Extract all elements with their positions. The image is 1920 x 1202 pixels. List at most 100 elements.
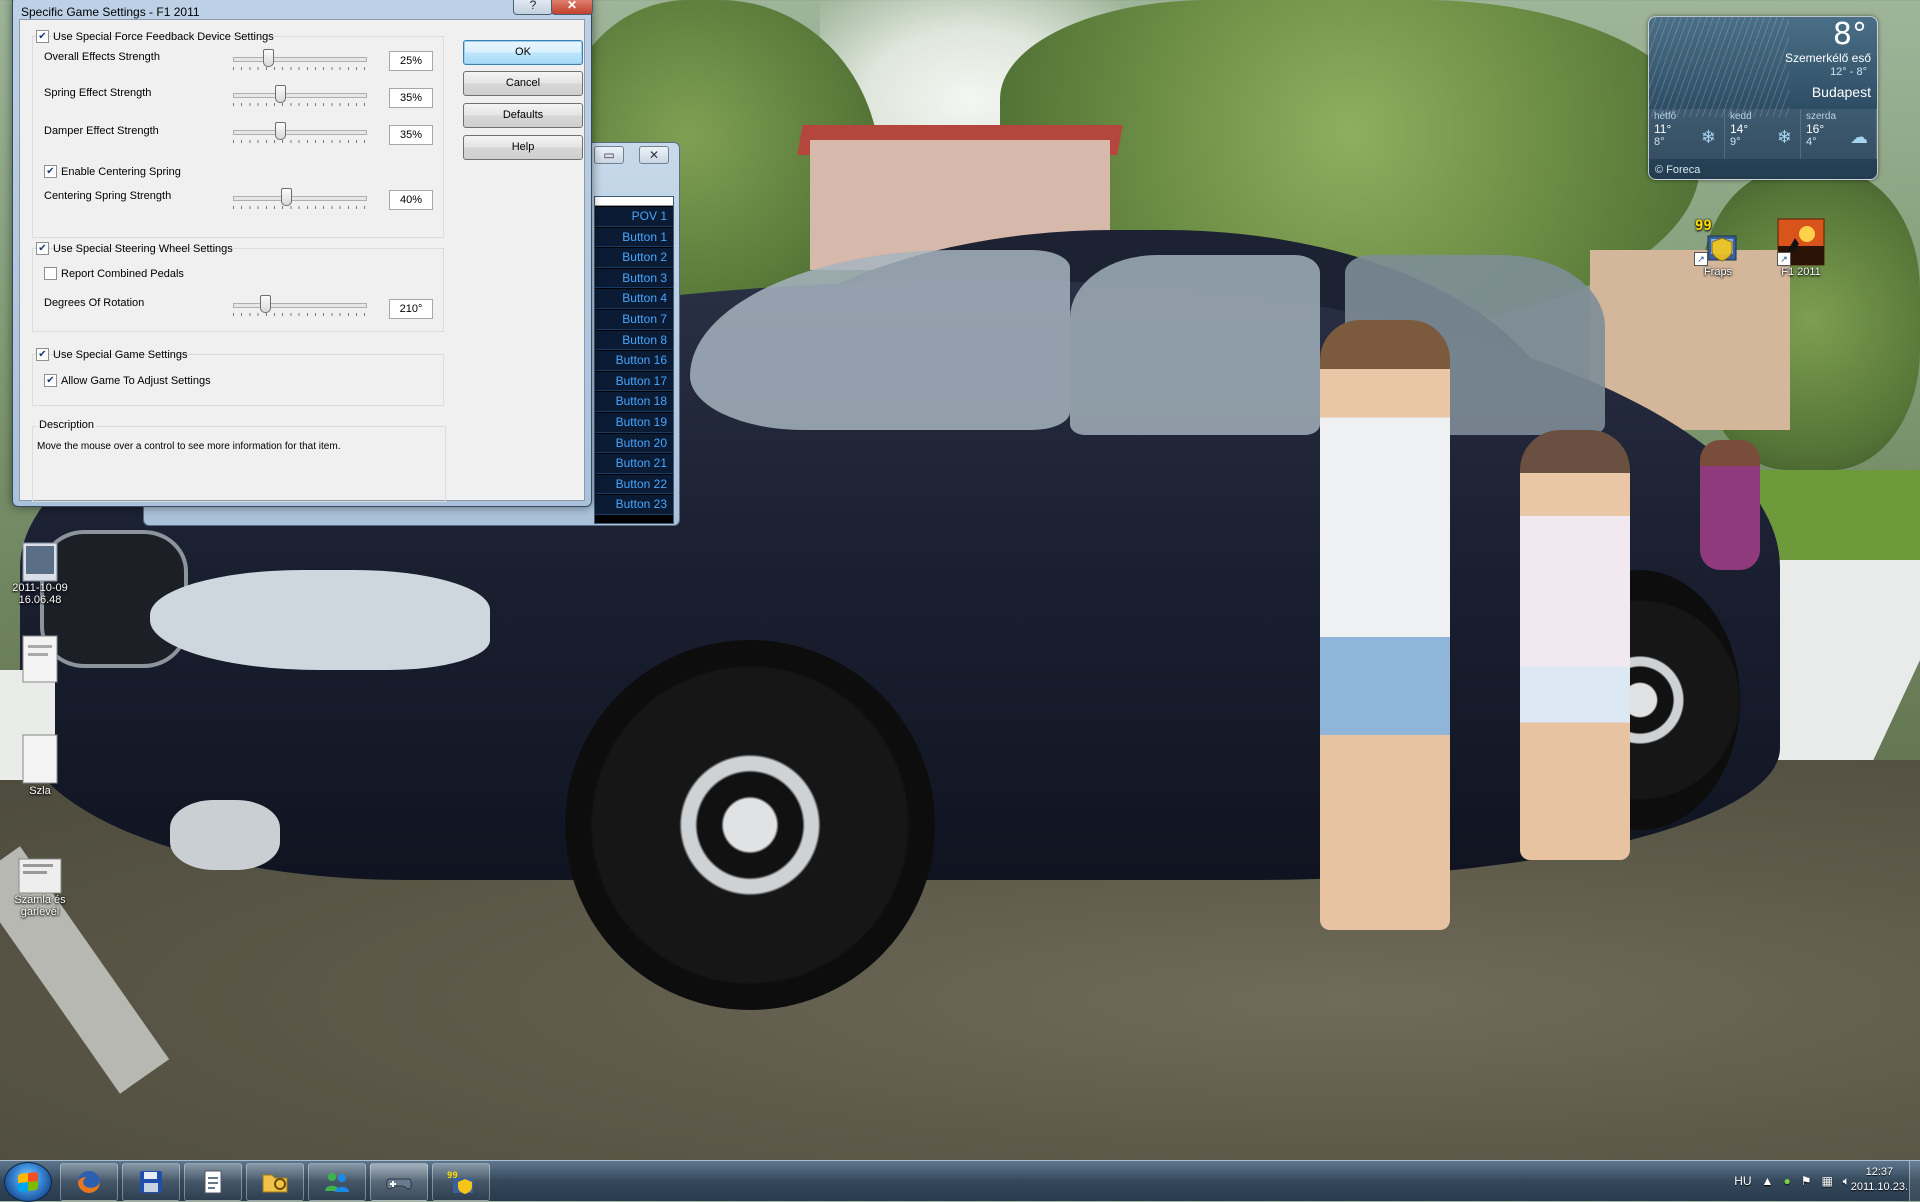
- degrees-of-rotation-slider[interactable]: [233, 295, 367, 321]
- slider-thumb[interactable]: [260, 295, 271, 313]
- help-button[interactable]: Help: [463, 135, 583, 160]
- weather-provider: © Foreca: [1655, 164, 1701, 176]
- checkbox-label: Enable Centering Spring: [61, 165, 181, 178]
- description-box: Description Move the mouse over a contro…: [32, 419, 446, 502]
- force-feedback-checkbox[interactable]: ✔ Use Special Force Feedback Device Sett…: [36, 30, 274, 43]
- centering-spring-slider[interactable]: [233, 188, 367, 214]
- list-item: Button 2: [595, 248, 673, 268]
- weather-gadget[interactable]: 8° Szemerkélő eső 12° - 8° Budapest hétf…: [1648, 16, 1878, 180]
- nvidia-icon[interactable]: ●: [1783, 1174, 1790, 1188]
- slider-thumb[interactable]: [275, 122, 286, 140]
- spring-effect-value[interactable]: 35%: [389, 88, 433, 108]
- clock-date: 2011.10.23.: [1850, 1181, 1908, 1193]
- minimize-button[interactable]: ▭: [594, 146, 624, 164]
- help-title-button[interactable]: ?: [513, 0, 553, 15]
- damper-effect-label: Damper Effect Strength: [44, 125, 159, 137]
- cancel-button[interactable]: Cancel: [463, 71, 583, 96]
- slider-thumb[interactable]: [275, 85, 286, 103]
- desktop-icon-label: Számla és garlevél: [14, 894, 66, 918]
- taskbar: 99 HU ▲ ● ⚑ ▦ 🔈︎ 12:37 2011.10.23.: [0, 1160, 1920, 1202]
- slider-thumb[interactable]: [281, 188, 292, 206]
- firefox-icon: [78, 1171, 100, 1193]
- show-hidden-icons-icon[interactable]: ▲: [1762, 1174, 1774, 1188]
- cloud-icon: ☁: [1850, 127, 1868, 147]
- checkbox-checked-icon: ✔: [36, 242, 49, 255]
- list-item: Button 18: [595, 392, 673, 412]
- list-item: Button 1: [595, 227, 673, 248]
- desktop-icon-f1-2011[interactable]: ↗ F1 2011: [1763, 218, 1839, 278]
- desktop-icon-screenshot[interactable]: 2011-10-09 16.06.48: [2, 518, 78, 618]
- f1-2011-icon: ↗: [1777, 218, 1825, 266]
- allow-game-adjust-checkbox[interactable]: ✔ Allow Game To Adjust Settings: [44, 374, 211, 387]
- show-desktop-button[interactable]: [1909, 1161, 1920, 1201]
- clock-time: 12:37: [1865, 1166, 1894, 1178]
- slider-thumb[interactable]: [263, 49, 274, 67]
- checkbox-label: Use Special Game Settings: [53, 348, 188, 361]
- folder-icon: [262, 1174, 288, 1193]
- slider-track: [233, 303, 367, 308]
- checkbox-checked-icon: ✔: [36, 30, 49, 43]
- image-file-icon: [22, 530, 58, 582]
- slider-ticks: [233, 140, 365, 143]
- checkbox-checked-icon: ✔: [44, 374, 57, 387]
- overall-effects-slider[interactable]: [233, 49, 367, 75]
- svg-text:99: 99: [1695, 218, 1712, 234]
- checkbox-label: Allow Game To Adjust Settings: [61, 374, 211, 387]
- centering-spring-value[interactable]: 40%: [389, 190, 433, 210]
- taskbar-item-messenger[interactable]: [308, 1163, 366, 1201]
- desktop-icon-szamla[interactable]: Számla és garlevél: [2, 858, 78, 918]
- rain-icon: [1649, 17, 1789, 117]
- spring-effect-label: Spring Effect Strength: [44, 87, 152, 99]
- taskbar-item-fraps[interactable]: 99: [432, 1163, 490, 1201]
- network-icon[interactable]: ▦: [1821, 1174, 1832, 1188]
- desktop-icon-szla[interactable]: Szla: [2, 635, 78, 797]
- temperature-range: 12° - 8°: [1830, 66, 1867, 78]
- centering-spring-checkbox[interactable]: ✔ Enable Centering Spring: [44, 165, 181, 178]
- checkbox-unchecked-icon: [44, 267, 57, 280]
- messenger-icon: [325, 1173, 349, 1192]
- desktop-icon-fraps[interactable]: 99 ↗ Fraps: [1680, 218, 1756, 278]
- overall-effects-label: Overall Effects Strength: [44, 51, 160, 63]
- svg-text:99: 99: [447, 1171, 458, 1181]
- degrees-of-rotation-value[interactable]: 210°: [389, 299, 433, 319]
- rain-icon: ❄: [1700, 127, 1716, 147]
- forecast-day: kedd 14° 9° ❄: [1725, 109, 1801, 159]
- defaults-button[interactable]: Defaults: [463, 103, 583, 128]
- desktop-icon-label: Fraps: [1703, 266, 1733, 278]
- forecast-day-name: kedd: [1730, 111, 1752, 122]
- action-center-flag-icon[interactable]: ⚑: [1801, 1174, 1812, 1188]
- close-button[interactable]: ✕: [639, 146, 669, 164]
- close-button[interactable]: ✕: [551, 0, 593, 15]
- fraps-icon: 99: [447, 1171, 473, 1194]
- steering-wheel-checkbox[interactable]: ✔ Use Special Steering Wheel Settings: [36, 242, 233, 255]
- list-item: Button 22: [595, 474, 673, 495]
- shortcut-arrow-icon: ↗: [1694, 252, 1708, 266]
- rain-icon: ❄: [1776, 127, 1792, 147]
- list-item: Button 4: [595, 289, 673, 309]
- taskbar-clock[interactable]: 12:37 2011.10.23.: [1851, 1165, 1908, 1195]
- taskbar-item-save[interactable]: [122, 1163, 180, 1201]
- overall-effects-value[interactable]: 25%: [389, 51, 433, 71]
- combined-pedals-checkbox[interactable]: Report Combined Pedals: [44, 267, 184, 280]
- forecast-day-name: hétfő: [1654, 111, 1677, 122]
- specific-game-settings-dialog[interactable]: Specific Game Settings - F1 2011 ? ✕ ✔ U…: [12, 0, 593, 507]
- taskbar-item-game-controllers[interactable]: [370, 1163, 428, 1201]
- taskbar-item-firefox[interactable]: [60, 1163, 118, 1201]
- spring-effect-slider[interactable]: [233, 85, 367, 111]
- start-button[interactable]: [4, 1162, 52, 1202]
- checkbox-label: Use Special Force Feedback Device Settin…: [53, 30, 274, 43]
- desktop-icon-label: 2011-10-09 16.06.48: [12, 582, 68, 606]
- system-tray: HU ▲ ● ⚑ ▦ 🔈︎: [1734, 1161, 1850, 1201]
- ok-button[interactable]: OK: [463, 40, 583, 65]
- damper-effect-value[interactable]: 35%: [389, 125, 433, 145]
- taskbar-item-notepad[interactable]: [184, 1163, 242, 1201]
- degrees-of-rotation-label: Degrees Of Rotation: [44, 297, 145, 309]
- volume-icon[interactable]: 🔈︎: [1843, 1174, 1850, 1189]
- button-list-header: [595, 197, 673, 206]
- wallpaper-person: [1700, 440, 1760, 570]
- windows-logo-icon: [18, 1171, 38, 1193]
- taskbar-item-explorer[interactable]: [246, 1163, 304, 1201]
- special-game-settings-checkbox[interactable]: ✔ Use Special Game Settings: [36, 348, 188, 361]
- damper-effect-slider[interactable]: [233, 122, 367, 148]
- language-indicator[interactable]: HU: [1734, 1174, 1751, 1188]
